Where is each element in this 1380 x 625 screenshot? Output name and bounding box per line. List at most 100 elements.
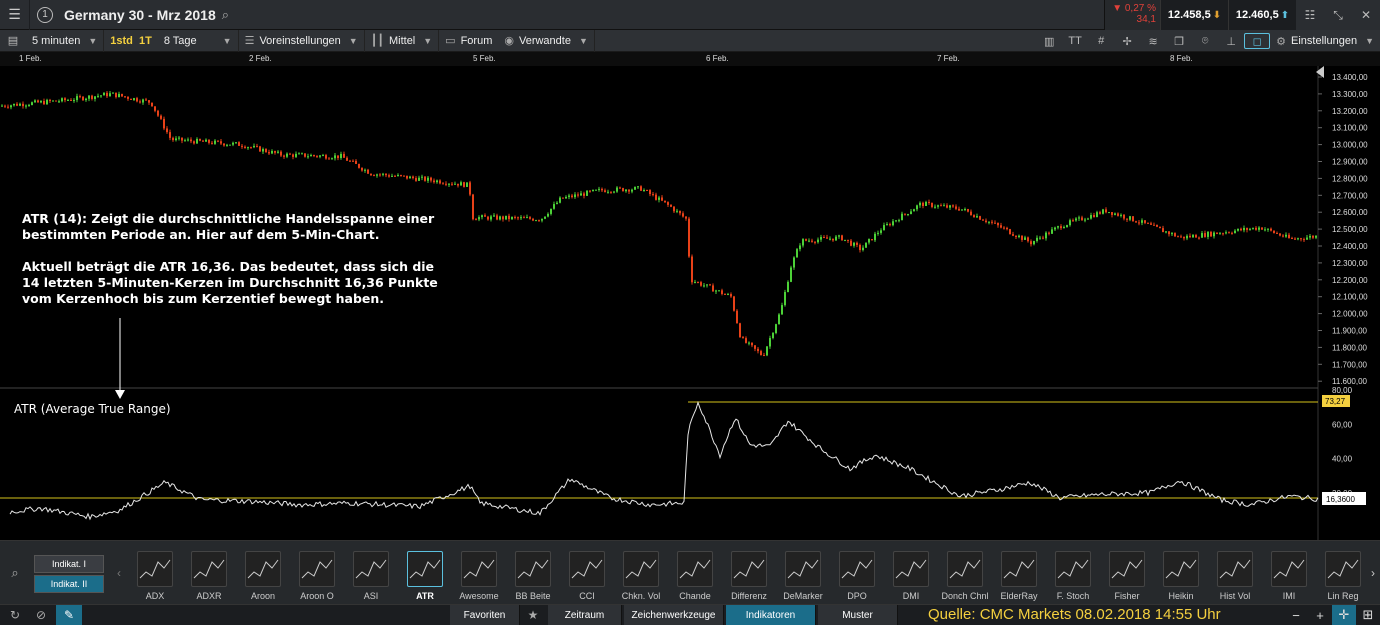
forum-button[interactable]: ▭ Forum — [439, 30, 498, 52]
candle-body — [766, 346, 768, 356]
price-axis-label: 13.200,00 — [1332, 107, 1368, 116]
indicator-label: Differenz — [731, 591, 767, 601]
star-icon[interactable]: ★ — [520, 605, 546, 625]
grid-icon[interactable]: # — [1088, 35, 1114, 47]
tab-muster[interactable]: Muster — [818, 605, 898, 625]
hamburger-icon[interactable]: ☰ — [0, 0, 30, 30]
settings-dropdown[interactable]: ⚙ Einstellungen ▼ — [1270, 30, 1380, 52]
pin-icon[interactable]: ⊥ — [1218, 35, 1244, 48]
text-size-icon[interactable]: TT — [1062, 35, 1088, 47]
change-pct: ▼ 0,27 % — [1112, 3, 1156, 14]
search-icon[interactable]: ⌕ — [0, 541, 30, 605]
indicator-bb-beite[interactable]: BB Beite — [506, 547, 560, 605]
candle-body — [1063, 227, 1065, 229]
candle-body — [394, 175, 396, 177]
candle-body — [748, 342, 750, 344]
indicator-elderray[interactable]: ElderRay — [992, 547, 1046, 605]
indicator-heikin[interactable]: Heikin — [1154, 547, 1208, 605]
candle-body — [637, 186, 639, 188]
indicator-awesome[interactable]: Awesome — [452, 547, 506, 605]
indicator-f-stoch[interactable]: F. Stoch — [1046, 547, 1100, 605]
chart-type-dropdown[interactable]: ┃┃ Mittel ▼ — [365, 29, 440, 52]
cancel-icon[interactable]: ⊘ — [28, 605, 54, 625]
candle-body — [124, 96, 126, 98]
indicator-adxr[interactable]: ADXR — [182, 547, 236, 605]
indicator-cci[interactable]: CCI — [560, 547, 614, 605]
indicator-hist-vol[interactable]: Hist Vol — [1208, 547, 1262, 605]
close-icon[interactable]: ✕ — [1352, 0, 1380, 30]
wave-icon[interactable]: ≋ — [1140, 35, 1166, 48]
candle-body — [652, 194, 654, 196]
candle-body — [40, 100, 42, 103]
related-dropdown[interactable]: ◉ Verwandte ▼ — [498, 29, 595, 52]
candle-body — [715, 290, 717, 292]
indicator-imi[interactable]: IMI — [1262, 547, 1316, 605]
search-icon[interactable]: ⌕ — [222, 7, 229, 23]
indicator-tab-1[interactable]: Indikat. I — [34, 555, 104, 573]
indicator-chkn-vol[interactable]: Chkn. Vol — [614, 547, 668, 605]
interval-1std[interactable]: 1std — [110, 35, 133, 47]
indicator-differenz[interactable]: Differenz — [722, 547, 776, 605]
panel-icon[interactable]: ▤ — [0, 34, 26, 47]
zoom-in-icon[interactable]: + — [1308, 605, 1332, 625]
chart-area[interactable]: 13.400,00 13.300,00 13.200,00 13.100,00 13.0… — [0, 66, 1380, 540]
indicator-chande[interactable]: Chande — [668, 547, 722, 605]
candle-body — [328, 158, 330, 160]
candle-body — [130, 98, 132, 100]
indicator-label: Chande — [679, 591, 711, 601]
indicator-aroon-o[interactable]: Aroon O — [290, 547, 344, 605]
indicator-dmi[interactable]: DMI — [884, 547, 938, 605]
candle-body — [781, 305, 783, 315]
chevron-left-icon[interactable]: ‹ — [112, 541, 126, 605]
interval-1t[interactable]: 1T — [139, 35, 152, 47]
candle-body — [1132, 216, 1134, 222]
chevron-right-icon[interactable]: › — [1366, 541, 1380, 605]
indicator-asi[interactable]: ASI — [344, 547, 398, 605]
indicator-adx[interactable]: ADX — [128, 547, 182, 605]
candle-body — [277, 151, 279, 153]
candle-body — [178, 137, 180, 139]
indicator-dpo[interactable]: DPO — [830, 547, 884, 605]
list-icon[interactable]: ☷ — [1296, 0, 1324, 30]
fit-icon[interactable]: ⊞ — [1356, 605, 1380, 625]
indicator-tab-2[interactable]: Indikat. II — [34, 575, 104, 593]
indicator-lin-reg[interactable]: Lin Reg — [1316, 547, 1366, 605]
bars-icon[interactable]: ▥ — [1036, 35, 1062, 48]
indicator-demarker[interactable]: DeMarker — [776, 547, 830, 605]
presets-dropdown[interactable]: ☰ Voreinstellungen ▼ — [239, 29, 365, 52]
pencil-icon[interactable]: ✎ — [56, 605, 82, 625]
crosshair-icon[interactable]: ✛ — [1332, 605, 1356, 625]
tab-zeitraum[interactable]: Zeitraum — [548, 605, 622, 625]
candle-body — [889, 224, 891, 226]
zoom-out-icon[interactable]: − — [1284, 605, 1308, 625]
indicator-donch-chnl[interactable]: Donch Chnl — [938, 547, 992, 605]
windows-icon[interactable]: ❐ — [1166, 35, 1192, 48]
candle-body — [703, 285, 705, 287]
indicator-fisher[interactable]: Fisher — [1100, 547, 1154, 605]
product-number-button[interactable]: 1 — [30, 0, 60, 30]
candle-body — [112, 92, 114, 94]
range-dropdown[interactable]: 8 Tage ▼ — [158, 29, 239, 52]
tab-favoriten[interactable]: Favoriten — [450, 605, 520, 625]
indicator-atr[interactable]: ATR — [398, 547, 452, 605]
bid-button[interactable]: 12.458,5 ⬇ — [1160, 0, 1228, 30]
candle-body — [808, 240, 810, 242]
tab-indikatoren[interactable]: Indikatoren — [726, 605, 816, 625]
interval-dropdown[interactable]: 5 minuten ▼ — [26, 29, 105, 52]
ask-button[interactable]: 12.460,5 ⬆ — [1228, 0, 1296, 30]
indicator-aroon[interactable]: Aroon — [236, 547, 290, 605]
candle-body — [7, 106, 9, 108]
tab-zeichenwerkzeuge[interactable]: Zeichenwerkzeuge — [624, 605, 724, 625]
quick-interval[interactable]: 1std 1T — [104, 30, 158, 52]
crosshair-icon[interactable]: ✢ — [1114, 35, 1140, 48]
resize-icon[interactable]: ⤡ — [1324, 0, 1352, 30]
candle-body — [457, 183, 459, 186]
refresh-icon[interactable]: ↻ — [2, 605, 28, 625]
candles-icon: ┃┃ — [370, 35, 384, 47]
candle-body — [634, 186, 636, 190]
candle-body — [223, 143, 225, 146]
shape-icon[interactable]: ◻ — [1244, 33, 1271, 49]
candle-body — [865, 242, 867, 248]
magnet-icon[interactable]: ⌾ — [1192, 35, 1218, 48]
candle-body — [511, 216, 513, 220]
